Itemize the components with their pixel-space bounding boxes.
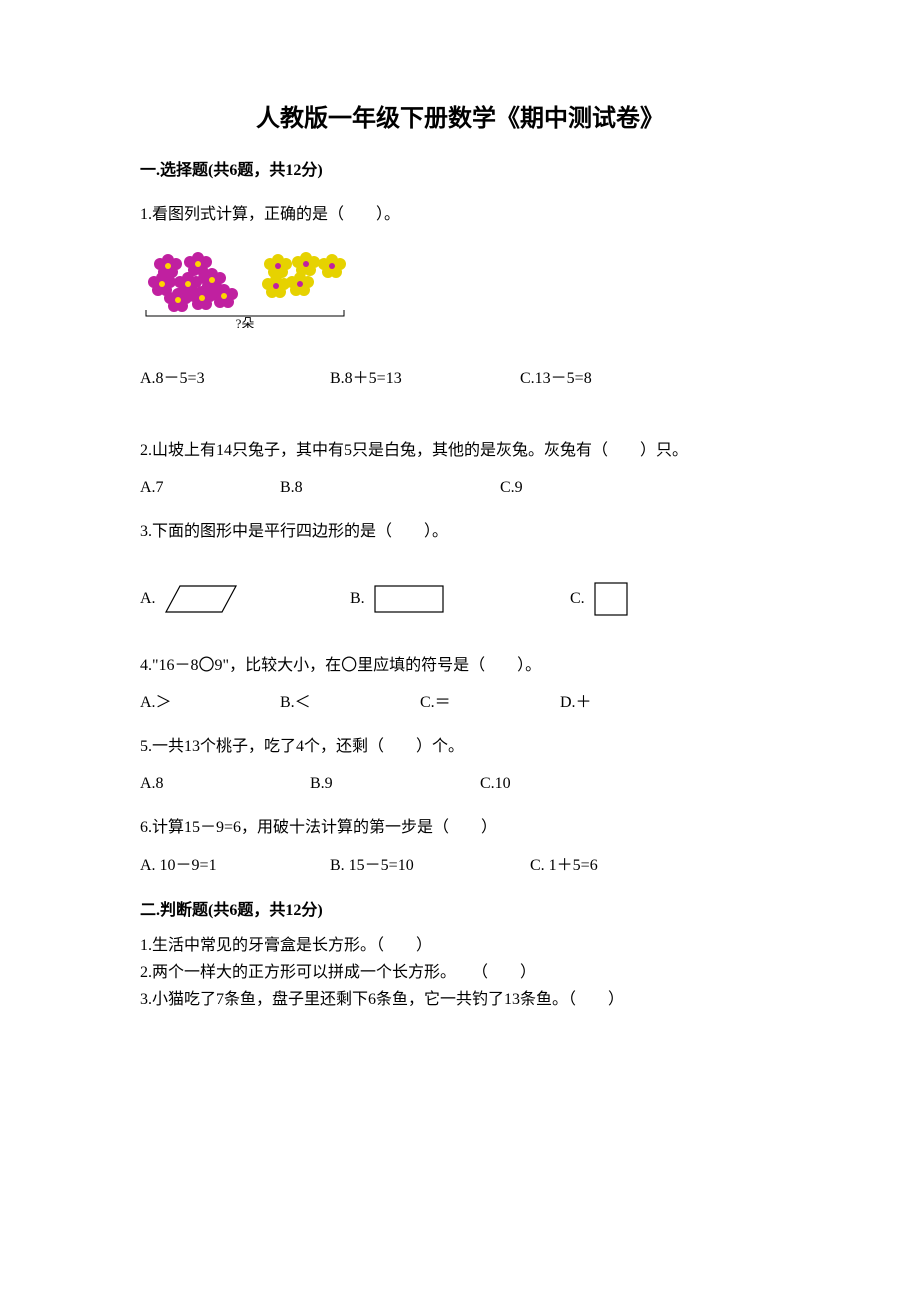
option-a-label: A. xyxy=(140,586,156,612)
question-1-options: A.8－5=3 B.8＋5=13 C.13－5=8 xyxy=(140,366,780,392)
option-a[interactable]: A. 10－9=1 xyxy=(140,853,330,879)
option-a[interactable]: A.8－5=3 xyxy=(140,366,330,392)
option-b[interactable]: B.＜ xyxy=(280,690,420,716)
option-c[interactable]: C.13－5=8 xyxy=(520,366,710,392)
question-6-options: A. 10－9=1 B. 15－5=10 C. 1＋5=6 xyxy=(140,853,780,879)
tf-question-2: 2.两个一样大的正方形可以拼成一个长方形。 （ ） xyxy=(140,959,780,986)
square-icon xyxy=(591,579,631,619)
question-2-options: A.7 B.8 C.9 xyxy=(140,475,780,501)
flower-icon xyxy=(148,252,238,312)
question-5-text: 5.一共13个桃子，吃了4个，还剩（ ）个。 xyxy=(140,734,780,760)
rectangle-icon xyxy=(371,582,449,616)
option-d[interactable]: D.＋ xyxy=(560,690,592,716)
tf-question-3: 3.小猫吃了7条鱼，盘子里还剩下6条鱼，它一共钓了13条鱼。（ ） xyxy=(140,986,780,1013)
option-b[interactable]: B. xyxy=(350,582,570,616)
question-5-options: A.8 B.9 C.10 xyxy=(140,771,780,797)
option-b[interactable]: B. 15－5=10 xyxy=(330,853,530,879)
option-c[interactable]: C. xyxy=(570,579,631,619)
question-4-text: 4."16－8〇9"，比较大小，在〇里应填的符号是（ ）。 xyxy=(140,653,780,679)
parallelogram-icon xyxy=(162,582,240,616)
option-c[interactable]: C.9 xyxy=(500,475,523,501)
question-3-text: 3.下面的图形中是平行四边形的是（ ）。 xyxy=(140,519,780,545)
option-c[interactable]: C. 1＋5=6 xyxy=(530,853,598,879)
flowers-image: ?朵 xyxy=(140,248,350,328)
figure-caption: ?朵 xyxy=(236,316,255,328)
option-b[interactable]: B.9 xyxy=(310,771,480,797)
flower-icon xyxy=(262,252,346,298)
option-c-label: C. xyxy=(570,586,585,612)
section-2-header: 二.判断题(共6题，共12分) xyxy=(140,898,780,924)
question-4-options: A.＞ B.＜ C.＝ D.＋ xyxy=(140,690,780,716)
option-b[interactable]: B.8＋5=13 xyxy=(330,366,520,392)
page-title: 人教版一年级下册数学《期中测试卷》 xyxy=(140,100,780,138)
option-a[interactable]: A.7 xyxy=(140,475,280,501)
question-1-text: 1.看图列式计算，正确的是（ ）。 xyxy=(140,202,780,228)
question-1-figure: ?朵 xyxy=(140,248,780,337)
option-a[interactable]: A. xyxy=(140,582,350,616)
option-a[interactable]: A.＞ xyxy=(140,690,280,716)
option-a[interactable]: A.8 xyxy=(140,771,310,797)
question-2-text: 2.山坡上有14只兔子，其中有5只是白兔，其他的是灰兔。灰兔有（ ）只。 xyxy=(140,438,780,464)
question-6-text: 6.计算15－9=6，用破十法计算的第一步是（ ） xyxy=(140,815,780,841)
tf-question-1: 1.生活中常见的牙膏盒是长方形。（ ） xyxy=(140,932,780,959)
question-3-options: A. B. C. xyxy=(140,579,780,619)
option-c[interactable]: C.＝ xyxy=(420,690,560,716)
option-c[interactable]: C.10 xyxy=(480,771,511,797)
option-b-label: B. xyxy=(350,586,365,612)
section-1-header: 一.选择题(共6题，共12分) xyxy=(140,158,780,184)
option-b[interactable]: B.8 xyxy=(280,475,500,501)
